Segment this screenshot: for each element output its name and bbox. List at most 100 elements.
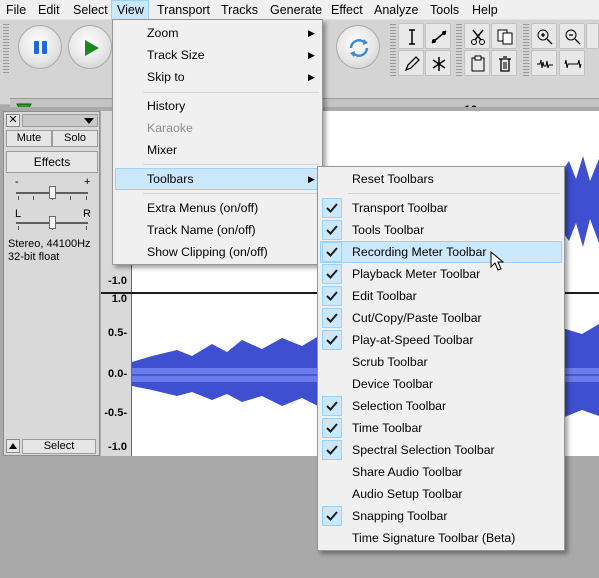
menu-item-skip-to[interactable]: Skip to ▶	[115, 66, 320, 88]
menu-item-extra-menus[interactable]: Extra Menus (on/off)	[115, 197, 320, 219]
play-button[interactable]	[68, 25, 112, 69]
menu-help[interactable]: Help	[467, 0, 503, 20]
play-icon	[85, 40, 99, 56]
menu-item-scrub-toolbar[interactable]: Scrub Toolbar	[320, 351, 562, 373]
menu-item-transport-toolbar[interactable]: Transport Toolbar	[320, 197, 562, 219]
menu-effect[interactable]: Effect	[326, 0, 368, 20]
menu-item-label: Transport Toolbar	[352, 201, 448, 215]
view-menu: Zoom ▶ Track Size ▶ Skip to ▶ History Ka…	[112, 19, 323, 265]
menu-edit[interactable]: Edit	[33, 0, 65, 20]
vruler-label: -0.5-	[104, 407, 127, 419]
edit-toolbar-grip[interactable]	[456, 24, 462, 76]
menu-analyze[interactable]: Analyze	[369, 0, 423, 20]
checkmark-icon	[322, 264, 342, 284]
silence-audio-button[interactable]	[559, 50, 585, 76]
pause-button[interactable]	[18, 25, 62, 69]
menu-item-history[interactable]: History	[115, 95, 320, 117]
menu-item-label: Play-at-Speed Toolbar	[352, 333, 474, 347]
menu-item-selection-toolbar[interactable]: Selection Toolbar	[320, 395, 562, 417]
track-control-panel[interactable]: ✕ Mute Solo Effects - + L R Stereo, 4410…	[3, 111, 100, 456]
delete-button[interactable]	[491, 50, 517, 76]
checkmark-icon	[322, 330, 342, 350]
menu-transport[interactable]: Transport	[152, 0, 215, 20]
menu-item-label: Tools Toolbar	[352, 223, 425, 237]
fit-selection-button[interactable]	[586, 23, 599, 49]
menu-item-track-size[interactable]: Track Size ▶	[115, 44, 320, 66]
menu-item-audio-setup-toolbar[interactable]: Audio Setup Toolbar	[320, 483, 562, 505]
asterisk-icon	[432, 57, 446, 71]
menu-item-edit-toolbar[interactable]: Edit Toolbar	[320, 285, 562, 307]
menu-item-label: Track Name (on/off)	[147, 223, 256, 237]
envelope-tool-button[interactable]	[425, 23, 451, 49]
cut-button[interactable]	[464, 23, 490, 49]
submenu-arrow-icon: ▶	[308, 50, 315, 60]
menu-item-label: Share Audio Toolbar	[352, 465, 463, 479]
transport-toolbar-grip[interactable]	[3, 24, 9, 74]
clipboard-icon	[471, 55, 485, 72]
menu-item-zoom[interactable]: Zoom ▶	[115, 22, 320, 44]
submenu-arrow-icon: ▶	[308, 72, 315, 82]
zoom-in-button[interactable]	[531, 23, 557, 49]
gain-tick	[70, 196, 71, 200]
solo-button[interactable]: Solo	[52, 130, 98, 147]
menu-item-toolbars[interactable]: Toolbars ▶	[115, 168, 320, 190]
menu-item-time-toolbar[interactable]: Time Toolbar	[320, 417, 562, 439]
gain-tick	[33, 196, 34, 200]
trim-audio-button[interactable]	[531, 50, 557, 76]
mute-button[interactable]: Mute	[6, 130, 52, 147]
menu-item-play-at-speed-toolbar[interactable]: Play-at-Speed Toolbar	[320, 329, 562, 351]
menu-file[interactable]: File	[1, 0, 31, 20]
menu-item-label: Playback Meter Toolbar	[352, 267, 481, 281]
menu-item-label: History	[147, 99, 186, 113]
close-track-icon[interactable]: ✕	[6, 114, 20, 127]
trim-icon	[537, 59, 553, 69]
submenu-arrow-icon: ▶	[308, 28, 315, 38]
menu-item-playback-meter-toolbar[interactable]: Playback Meter Toolbar	[320, 263, 562, 285]
menu-bar: File Edit Select View Transport Tracks G…	[0, 0, 599, 20]
menu-item-label: Scrub Toolbar	[352, 355, 428, 369]
triangle-up-icon	[9, 443, 17, 449]
menu-item-tools-toolbar[interactable]: Tools Toolbar	[320, 219, 562, 241]
paste-button[interactable]	[464, 50, 490, 76]
menu-item-recording-meter-toolbar[interactable]: Recording Meter Toolbar	[320, 241, 562, 263]
selection-tool-button[interactable]	[398, 23, 424, 49]
checkmark-icon	[322, 286, 342, 306]
menu-item-label: Recording Meter Toolbar	[352, 245, 487, 259]
menu-item-device-toolbar[interactable]: Device Toolbar	[320, 373, 562, 395]
zoom-toolbar-grip[interactable]	[523, 24, 529, 76]
track-format-label: 32-bit float	[8, 251, 60, 263]
menu-item-track-name[interactable]: Track Name (on/off)	[115, 219, 320, 241]
tools-toolbar-grip[interactable]	[390, 24, 396, 76]
menu-item-label: Device Toolbar	[352, 377, 434, 391]
menu-view[interactable]: View	[111, 0, 149, 20]
menu-item-reset-toolbars[interactable]: Reset Toolbars	[320, 168, 562, 190]
pan-tick	[86, 226, 87, 230]
gain-slider[interactable]	[49, 186, 56, 199]
menu-item-snapping-toolbar[interactable]: Snapping Toolbar	[320, 505, 562, 527]
pan-slider[interactable]	[49, 216, 56, 229]
pencil-icon	[404, 56, 420, 72]
zoom-out-button[interactable]	[559, 23, 585, 49]
menu-item-label: Selection Toolbar	[352, 399, 447, 413]
menu-item-show-clipping[interactable]: Show Clipping (on/off)	[115, 241, 320, 263]
menu-tracks[interactable]: Tracks	[216, 0, 263, 20]
menu-item-time-signature-toolbar[interactable]: Time Signature Toolbar (Beta)	[320, 527, 562, 549]
draw-tool-button[interactable]	[398, 50, 424, 76]
select-track-button[interactable]: Select	[22, 439, 96, 454]
copy-button[interactable]	[491, 23, 517, 49]
menu-tools[interactable]: Tools	[425, 0, 464, 20]
effects-button[interactable]: Effects	[6, 151, 98, 173]
loop-button[interactable]	[336, 25, 380, 69]
menu-generate[interactable]: Generate	[265, 0, 327, 20]
menu-item-mixer[interactable]: Mixer	[115, 139, 320, 161]
menu-item-cut-copy-paste-toolbar[interactable]: Cut/Copy/Paste Toolbar	[320, 307, 562, 329]
collapse-track-button[interactable]	[6, 439, 20, 453]
menu-select[interactable]: Select	[68, 0, 113, 20]
menu-item-label: Edit Toolbar	[352, 289, 417, 303]
multi-tool-button[interactable]	[425, 50, 451, 76]
menu-item-share-audio-toolbar[interactable]: Share Audio Toolbar	[320, 461, 562, 483]
track-name-menu[interactable]	[22, 114, 98, 127]
menu-item-spectral-selection-toolbar[interactable]: Spectral Selection Toolbar	[320, 439, 562, 461]
menu-item-label: Audio Setup Toolbar	[352, 487, 463, 501]
checkmark-icon	[322, 198, 342, 218]
